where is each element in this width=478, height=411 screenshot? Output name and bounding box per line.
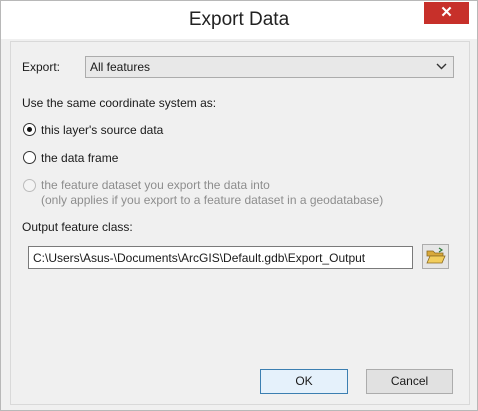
title-bar: Export Data ✕ bbox=[1, 1, 477, 39]
dialog-title: Export Data bbox=[188, 9, 290, 30]
radio-source-data[interactable] bbox=[23, 123, 36, 136]
browse-button[interactable] bbox=[422, 244, 449, 269]
radio-feature-dataset-label: the feature dataset you export the data … bbox=[41, 178, 270, 192]
close-icon: ✕ bbox=[440, 4, 453, 21]
ok-button[interactable]: OK bbox=[260, 369, 348, 394]
close-button[interactable]: ✕ bbox=[424, 2, 469, 24]
radio-source-data-label[interactable]: this layer's source data bbox=[41, 123, 163, 137]
export-label: Export: bbox=[22, 60, 61, 74]
export-selected-value: All features bbox=[90, 60, 151, 74]
cancel-button[interactable]: Cancel bbox=[366, 369, 453, 394]
output-path-input[interactable] bbox=[33, 251, 408, 265]
export-dropdown[interactable]: All features bbox=[85, 56, 454, 78]
chevron-down-icon bbox=[436, 58, 447, 77]
radio-feature-dataset bbox=[23, 179, 36, 192]
output-feature-class-label: Output feature class: bbox=[22, 220, 133, 234]
export-data-dialog: Export Data ✕ Export: All features Use t… bbox=[0, 0, 478, 411]
radio-data-frame-label[interactable]: the data frame bbox=[41, 151, 118, 165]
radio-data-frame[interactable] bbox=[23, 151, 36, 164]
output-path-field[interactable] bbox=[28, 246, 413, 269]
dialog-body: Export: All features Use the same coordi… bbox=[10, 41, 470, 405]
coordinate-system-heading: Use the same coordinate system as: bbox=[22, 96, 217, 110]
radio-feature-dataset-note: (only applies if you export to a feature… bbox=[41, 193, 384, 207]
folder-open-icon bbox=[426, 247, 446, 264]
